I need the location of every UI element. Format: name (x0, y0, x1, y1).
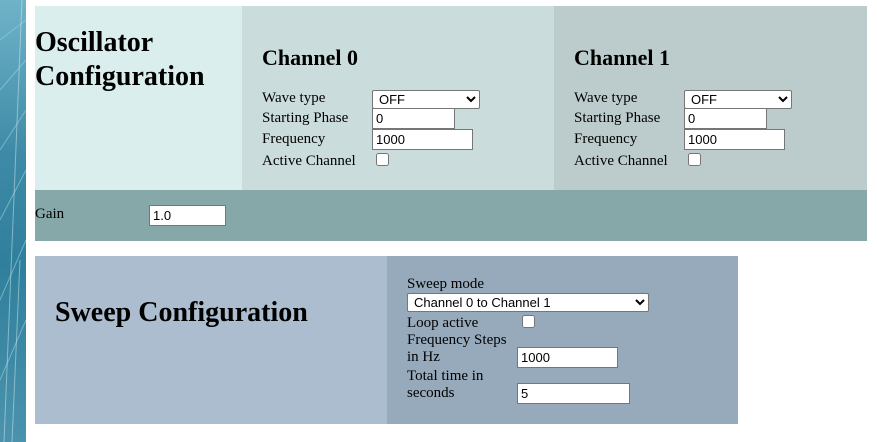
sweep-title-cell: Sweep Configuration (35, 256, 387, 424)
frequency-steps-label-line1: Frequency Steps (407, 332, 507, 348)
frequency-steps-input[interactable] (517, 347, 618, 368)
channel-0-wave-type-label: Wave type (262, 90, 326, 106)
total-time-input[interactable] (517, 383, 630, 404)
channel-1-wave-type-label: Wave type (574, 90, 638, 106)
channel-1-phase-label: Starting Phase (574, 110, 661, 126)
loop-active-checkbox[interactable] (522, 315, 535, 328)
channel-0-wave-type-select[interactable]: OFF (372, 90, 480, 109)
oscillator-config-heading: Oscillator Configuration (35, 27, 205, 92)
gain-label: Gain (35, 206, 65, 222)
channel-1-title: Channel 1 (574, 45, 670, 70)
oscillator-title-cell: Oscillator Configuration (35, 6, 242, 190)
sweep-form-panel: Sweep mode Channel 0 to Channel 1 Loop a… (387, 256, 738, 424)
sweep-mode-select[interactable]: Channel 0 to Channel 1 (407, 293, 649, 312)
channel-0-active-checkbox[interactable] (376, 153, 389, 166)
sweep-mode-label: Sweep mode (407, 276, 485, 292)
desktop-background-strip (0, 0, 26, 442)
channel-0-title: Channel 0 (262, 45, 358, 70)
channel-1-active-checkbox[interactable] (688, 153, 701, 166)
gain-row: Gain (35, 190, 867, 241)
channel-1-wave-type-select[interactable]: OFF (684, 90, 792, 109)
channel-0-active-label: Active Channel (262, 153, 356, 169)
channel-0-frequency-label: Frequency (262, 131, 326, 147)
channel-1-frequency-label: Frequency (574, 131, 638, 147)
total-time-label-line1: Total time in (407, 368, 484, 384)
channel-1-active-label: Active Channel (574, 153, 668, 169)
channel-1-frequency-input[interactable] (684, 129, 785, 150)
frequency-steps-label-line2: in Hz (407, 349, 440, 365)
channel-1-panel: Channel 1 Wave type OFF Starting Phase F… (554, 6, 867, 190)
channel-1-phase-input[interactable] (684, 108, 767, 129)
gain-input[interactable] (149, 205, 226, 226)
sweep-config-heading: Sweep Configuration (55, 297, 308, 328)
channel-0-frequency-input[interactable] (372, 129, 473, 150)
channel-0-panel: Channel 0 Wave type OFF Starting Phase F… (242, 6, 554, 190)
total-time-label-line2: seconds (407, 385, 455, 401)
loop-active-label: Loop active (407, 315, 479, 331)
channel-0-phase-input[interactable] (372, 108, 455, 129)
channel-0-phase-label: Starting Phase (262, 110, 349, 126)
